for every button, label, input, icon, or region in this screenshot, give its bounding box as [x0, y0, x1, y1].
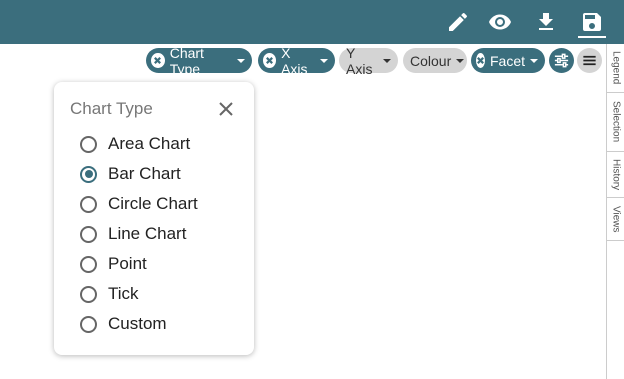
option-tick[interactable]: Tick — [80, 282, 139, 306]
chip-x-axis[interactable]: X Axis — [258, 45, 335, 77]
radio-checked-icon[interactable] — [80, 165, 97, 183]
tab-label: History — [610, 158, 622, 191]
chevron-down-icon — [456, 58, 465, 63]
chevron-down-icon — [383, 58, 391, 63]
option-label: Area Chart — [108, 134, 191, 153]
tab-history[interactable]: History — [607, 152, 624, 198]
pencil-icon[interactable] — [444, 8, 472, 36]
remove-icon[interactable] — [263, 53, 277, 68]
radio-icon[interactable] — [80, 285, 97, 303]
option-bar-chart[interactable]: Bar Chart — [80, 162, 181, 186]
chevron-down-icon — [237, 58, 245, 63]
option-line-chart[interactable]: Line Chart — [80, 222, 186, 246]
chart-type-popover: Chart Type Area Chart Bar Chart Circle C… — [54, 82, 254, 355]
chip-label: Colour — [410, 52, 452, 69]
chip-y-axis[interactable]: Y Axis — [339, 45, 398, 77]
tune-icon[interactable] — [549, 48, 574, 73]
popover-title: Chart Type — [70, 99, 153, 118]
chevron-down-icon — [320, 58, 328, 63]
chip-colour[interactable]: Colour — [403, 48, 467, 73]
radio-icon[interactable] — [80, 225, 97, 243]
radio-icon[interactable] — [80, 135, 97, 153]
side-tabs: Legend Selection History Views — [606, 44, 624, 379]
tab-label: Views — [610, 205, 622, 233]
option-label: Tick — [108, 284, 139, 303]
option-area-chart[interactable]: Area Chart — [80, 132, 190, 156]
option-label: Line Chart — [108, 224, 187, 243]
chip-facet[interactable]: Facet — [471, 48, 545, 73]
tab-legend[interactable]: Legend — [607, 44, 624, 93]
eye-icon[interactable] — [486, 8, 514, 36]
tab-selection[interactable]: Selection — [607, 93, 624, 152]
download-icon[interactable] — [532, 8, 560, 36]
chip-chart-type[interactable]: Chart Type — [146, 45, 252, 77]
option-label: Custom — [108, 314, 167, 333]
remove-icon[interactable] — [476, 53, 485, 68]
option-point[interactable]: Point — [80, 252, 147, 276]
active-indicator — [578, 36, 606, 38]
option-label: Bar Chart — [108, 164, 181, 183]
save-icon[interactable] — [578, 8, 606, 36]
close-icon[interactable] — [217, 100, 235, 118]
radio-icon[interactable] — [80, 255, 97, 273]
chip-label: Facet — [490, 52, 526, 69]
top-toolbar — [0, 0, 624, 44]
radio-icon[interactable] — [80, 195, 97, 213]
chevron-down-icon — [530, 58, 539, 63]
option-custom[interactable]: Custom — [80, 312, 167, 336]
chip-label: X Axis — [281, 44, 308, 77]
chip-label: Chart Type — [169, 44, 204, 77]
option-circle-chart[interactable]: Circle Chart — [80, 192, 198, 216]
radio-icon[interactable] — [80, 315, 97, 333]
tab-label: Selection — [610, 101, 622, 143]
menu-icon[interactable] — [577, 48, 602, 73]
tab-label: Legend — [610, 51, 622, 85]
option-label: Circle Chart — [108, 194, 198, 213]
chip-label: Y Axis — [346, 44, 373, 77]
tab-views[interactable]: Views — [607, 198, 624, 241]
option-label: Point — [108, 254, 147, 273]
remove-icon[interactable] — [151, 53, 165, 68]
